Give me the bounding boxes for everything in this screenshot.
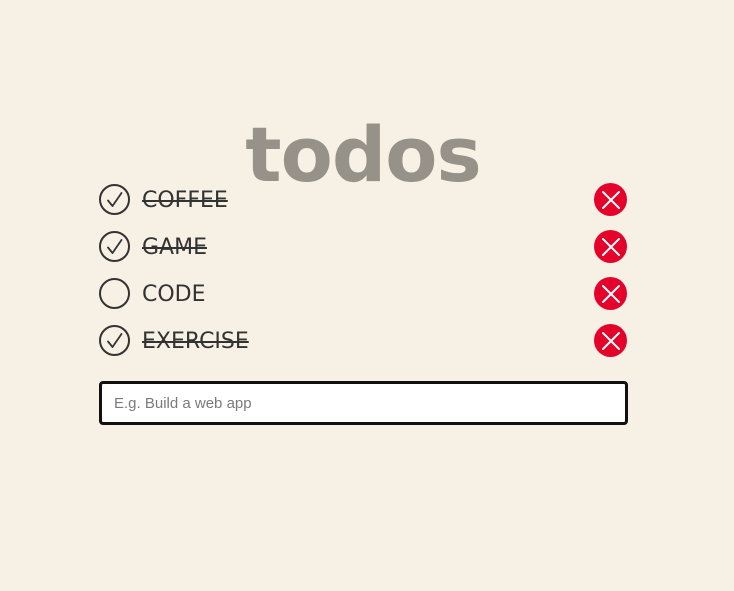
close-icon [601, 190, 620, 209]
todo-toggle[interactable] [99, 231, 130, 262]
todo-toggle[interactable] [99, 278, 130, 309]
close-icon [601, 237, 620, 256]
delete-button[interactable] [594, 324, 627, 357]
todo-item: EXERCISE [99, 317, 628, 364]
todo-toggle[interactable] [99, 184, 130, 215]
todo-item: GAME [99, 223, 628, 270]
close-icon [601, 284, 620, 303]
todo-label: GAME [142, 234, 207, 260]
delete-button[interactable] [594, 183, 627, 216]
todo-list: COFFEE GAME CODE EXERCISE [99, 176, 628, 364]
todo-label: COFFEE [142, 187, 228, 213]
close-icon [601, 331, 620, 350]
check-icon [106, 238, 122, 254]
todo-label: CODE [142, 281, 206, 307]
todo-label: EXERCISE [142, 328, 249, 354]
todo-item: CODE [99, 270, 628, 317]
new-todo-input[interactable] [99, 381, 628, 425]
check-icon [106, 332, 122, 348]
delete-button[interactable] [594, 230, 627, 263]
todo-item: COFFEE [99, 176, 628, 223]
todo-toggle[interactable] [99, 325, 130, 356]
check-icon [106, 191, 122, 207]
delete-button[interactable] [594, 277, 627, 310]
